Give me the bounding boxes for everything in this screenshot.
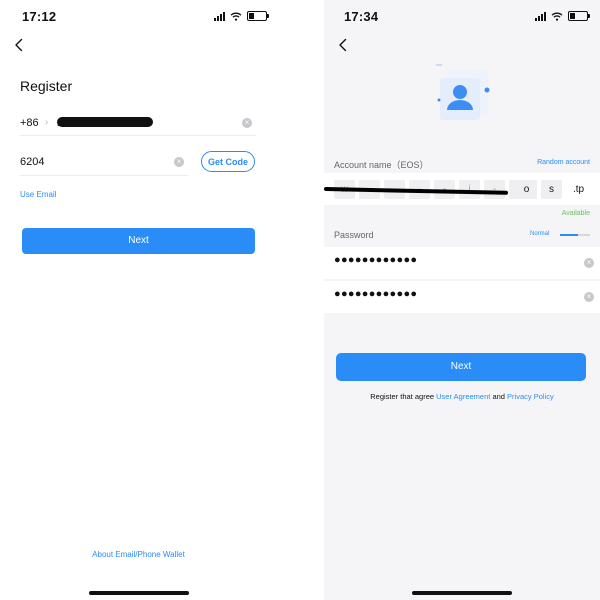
clear-icon[interactable]: × xyxy=(584,258,594,268)
next-button[interactable]: Next xyxy=(336,353,586,381)
account-name-input[interactable]: w - - - - i - - o s .tp xyxy=(324,173,600,205)
privacy-policy-link[interactable]: Privacy Policy xyxy=(507,392,554,401)
clear-icon[interactable]: × xyxy=(584,292,594,302)
user-avatar-icon xyxy=(436,64,490,120)
signal-icon xyxy=(535,11,546,21)
account-char-box[interactable]: o xyxy=(516,180,537,199)
battery-icon xyxy=(568,11,590,21)
password-strength-label: Normal xyxy=(530,231,550,237)
status-time: 17:34 xyxy=(344,9,379,24)
get-code-button[interactable]: Get Code xyxy=(201,151,255,172)
password-input[interactable]: ●●●●●●●●●●●● xyxy=(334,254,417,266)
status-icons xyxy=(214,10,269,22)
redaction-mark xyxy=(57,117,153,127)
clear-icon[interactable]: × xyxy=(174,157,184,167)
page-title: Register xyxy=(20,78,73,94)
wifi-icon xyxy=(230,12,242,21)
chevron-right-icon: › xyxy=(45,117,49,128)
signal-icon xyxy=(214,11,225,21)
status-time: 17:12 xyxy=(22,9,57,24)
password-label: Password xyxy=(334,230,374,240)
password-field[interactable]: ●●●●●●●●●●●● × xyxy=(324,247,600,279)
country-code[interactable]: +86 xyxy=(20,117,39,129)
user-agreement-link[interactable]: User Agreement xyxy=(436,392,490,401)
agreement-text: Register that agree User Agreement and P… xyxy=(324,392,600,401)
next-button[interactable]: Next xyxy=(22,228,255,254)
register-account-screen: 17:34 Account name（EOS） Random account w… xyxy=(324,0,600,600)
agreement-prefix: Register that agree xyxy=(370,392,435,401)
agreement-and: and xyxy=(492,392,505,401)
password-strength-meter xyxy=(560,234,590,236)
back-arrow-icon[interactable] xyxy=(336,38,350,52)
confirm-password-input[interactable]: ●●●●●●●●●●●● xyxy=(334,288,417,300)
status-icons xyxy=(535,10,590,22)
confirm-password-field[interactable]: ●●●●●●●●●●●● × xyxy=(324,281,600,313)
random-account-link[interactable]: Random account xyxy=(537,159,590,166)
phone-field[interactable]: +86 › 15521322782 × xyxy=(20,111,256,136)
strength-fill xyxy=(560,234,578,236)
status-bar: 17:34 xyxy=(324,0,600,32)
clear-icon[interactable]: × xyxy=(242,118,252,128)
code-input[interactable]: 6204 xyxy=(20,156,44,168)
battery-icon xyxy=(247,11,269,21)
back-arrow-icon[interactable] xyxy=(12,38,26,52)
account-name-label: Account name（EOS） xyxy=(334,160,429,170)
account-suffix: .tp xyxy=(573,184,585,195)
availability-status: Available xyxy=(561,210,590,217)
wifi-icon xyxy=(551,12,563,21)
account-char-box[interactable]: s xyxy=(541,180,562,199)
verification-code-field[interactable]: 6204 × xyxy=(20,151,188,176)
use-email-link[interactable]: Use Email xyxy=(20,190,56,199)
home-indicator[interactable] xyxy=(88,591,189,595)
register-phone-screen: 17:12 Register +86 › 15521322782 × 6204 … xyxy=(0,0,277,600)
about-wallet-link[interactable]: About Email/Phone Wallet xyxy=(0,550,277,559)
status-bar: 17:12 xyxy=(0,0,277,32)
home-indicator[interactable] xyxy=(412,591,512,595)
